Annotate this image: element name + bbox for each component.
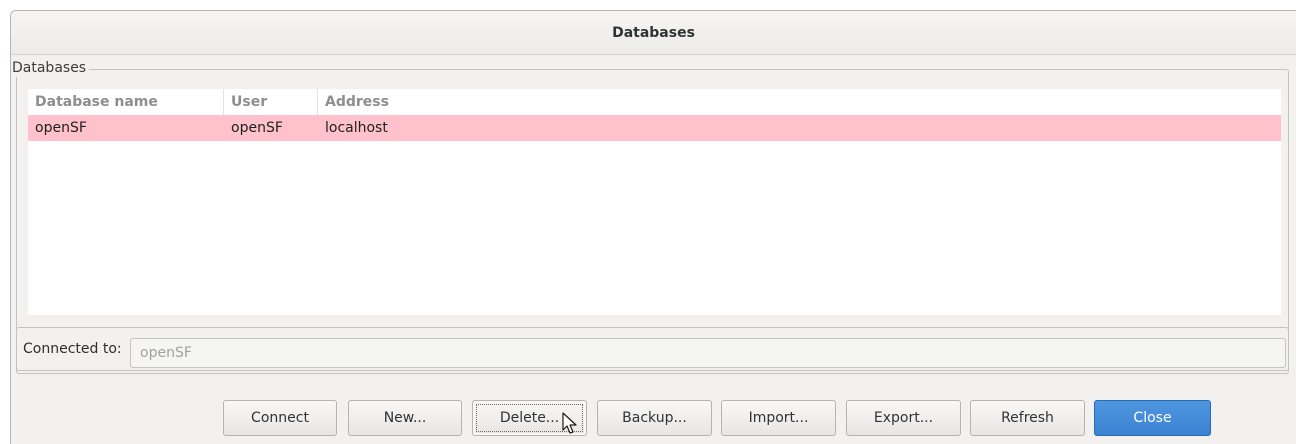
export-button[interactable]: Export... — [846, 400, 961, 436]
table-header: Database name User Address — [28, 89, 1281, 115]
import-button[interactable]: Import... — [721, 400, 836, 436]
cell-address: localhost — [325, 120, 388, 136]
connected-to-field[interactable]: openSF — [130, 338, 1286, 368]
refresh-button[interactable]: Refresh — [970, 400, 1085, 436]
connected-to-label: Connected to: — [23, 341, 122, 357]
title-bar[interactable]: Databases — [11, 11, 1296, 55]
close-button[interactable]: Close — [1094, 400, 1211, 436]
cell-user: openSF — [231, 120, 283, 136]
mouse-pointer-icon — [562, 412, 577, 434]
databases-table[interactable]: Database name User Address openSF openSF… — [28, 89, 1281, 315]
databases-dialog: Databases Databases Database name User A… — [10, 10, 1296, 444]
databases-group-label: Databases — [12, 59, 90, 77]
connect-button[interactable]: Connect — [223, 400, 337, 436]
column-header-user[interactable]: User — [224, 89, 318, 115]
backup-button[interactable]: Backup... — [597, 400, 712, 436]
column-header-address[interactable]: Address — [318, 89, 1281, 115]
window-title: Databases — [612, 24, 695, 41]
column-header-database-name[interactable]: Database name — [28, 89, 224, 115]
table-row[interactable]: openSF openSF localhost — [28, 115, 1281, 141]
cell-database-name: openSF — [35, 120, 87, 136]
new-button[interactable]: New... — [348, 400, 462, 436]
